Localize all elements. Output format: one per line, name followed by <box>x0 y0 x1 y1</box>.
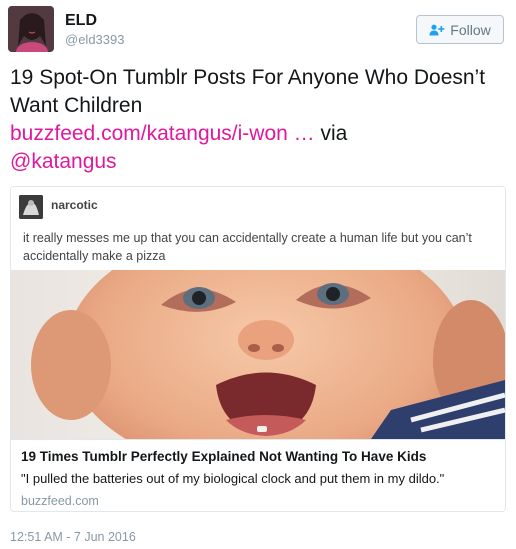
follow-button[interactable]: Follow <box>416 15 504 44</box>
card-title[interactable]: 19 Times Tumblr Perfectly Explained Not … <box>21 448 495 466</box>
tweet-headline: 19 Spot-On Tumblr Posts For Anyone Who D… <box>10 66 486 117</box>
user-avatar[interactable] <box>8 6 54 52</box>
article-link[interactable]: buzzfeed.com/katangus/i-won … <box>10 122 315 145</box>
card-description: "I pulled the batteries out of my biolog… <box>21 471 445 486</box>
user-name[interactable]: ELD <box>65 12 97 30</box>
user-handle[interactable]: @eld3393 <box>65 32 124 47</box>
tweet-header: ELD @eld3393 Follow <box>8 6 508 56</box>
tumblr-avatar <box>19 195 43 219</box>
add-user-icon <box>429 24 445 35</box>
mention-link[interactable]: @katangus <box>10 150 117 173</box>
crying-baby-photo <box>11 270 505 439</box>
tumblr-username: narcotic <box>51 198 98 212</box>
tweet-timestamp[interactable]: 12:51 AM - 7 Jun 2016 <box>10 530 136 544</box>
card-image[interactable]: narcotic it really messes me up that you… <box>11 187 505 439</box>
tweet-text: 19 Spot-On Tumblr Posts For Anyone Who D… <box>10 64 506 176</box>
link-card[interactable]: narcotic it really messes me up that you… <box>10 186 506 512</box>
tumblr-post-header: narcotic it really messes me up that you… <box>11 187 505 270</box>
via-text: via <box>314 122 348 145</box>
follow-label: Follow <box>450 21 491 38</box>
card-domain: buzzfeed.com <box>21 494 99 508</box>
card-body[interactable]: 19 Times Tumblr Perfectly Explained Not … <box>11 439 505 511</box>
tumblr-post-text: it really messes me up that you can acci… <box>23 231 472 263</box>
